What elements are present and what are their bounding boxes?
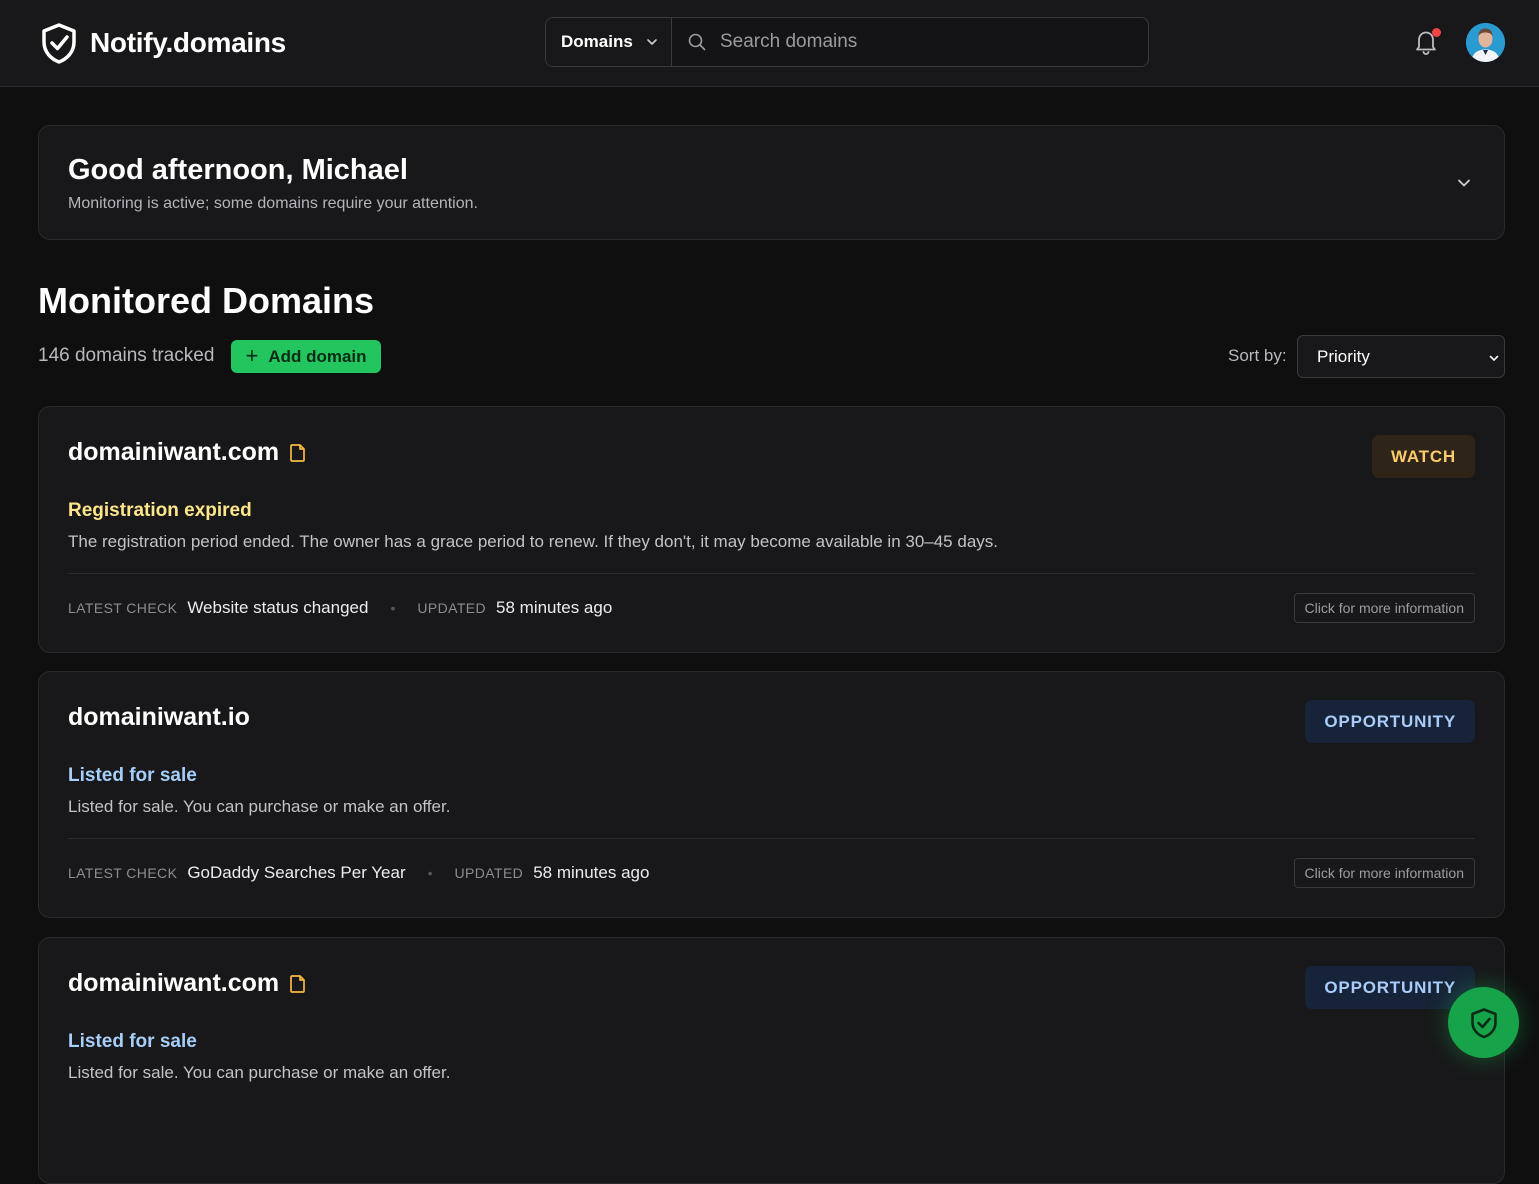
domain-card[interactable]: domainiwant.io OPPORTUNITY Listed for sa… bbox=[38, 671, 1505, 918]
domains-count: 146 domains tracked bbox=[38, 345, 215, 366]
updated-label: UPDATED bbox=[454, 865, 524, 881]
brand-logo[interactable]: Notify.domains bbox=[40, 22, 286, 64]
updated-value: 58 minutes ago bbox=[533, 863, 650, 882]
card-meta: LATEST CHECK GoDaddy Searches Per Year •… bbox=[68, 863, 649, 883]
document-icon bbox=[290, 443, 305, 462]
status-description: Listed for sale. You can purchase or mak… bbox=[68, 797, 451, 816]
more-info-button[interactable]: Click for more information bbox=[1293, 593, 1475, 623]
sort-value: Priority bbox=[1317, 346, 1370, 366]
domain-name[interactable]: domainiwant.com bbox=[68, 438, 307, 467]
plus-icon: + bbox=[245, 342, 259, 368]
search-field bbox=[672, 18, 1148, 66]
shield-check-icon bbox=[42, 23, 76, 64]
greeting-title: Good afternoon, Michael bbox=[68, 154, 408, 186]
brand-name: Notify.domains bbox=[90, 27, 286, 58]
latest-check-value: GoDaddy Searches Per Year bbox=[187, 863, 406, 882]
add-domain-button[interactable]: + Add domain bbox=[231, 340, 381, 373]
divider bbox=[68, 573, 1475, 574]
updated-label: UPDATED bbox=[417, 600, 487, 616]
domain-name-text: domainiwant.com bbox=[68, 969, 280, 997]
status-description: Listed for sale. You can purchase or mak… bbox=[68, 1063, 451, 1082]
status-title: Registration expired bbox=[68, 500, 252, 521]
search-icon bbox=[688, 33, 706, 51]
page-title: Monitored Domains bbox=[38, 280, 375, 321]
domain-name[interactable]: domainiwant.com bbox=[68, 969, 307, 998]
latest-check-label: LATEST CHECK bbox=[68, 600, 178, 616]
search-scope-select[interactable]: Domains bbox=[546, 18, 672, 66]
chevron-down-icon bbox=[1489, 355, 1499, 362]
status-title: Listed for sale bbox=[68, 1031, 197, 1052]
card-meta: LATEST CHECK Website status changed • UP… bbox=[68, 598, 612, 618]
latest-check-value: Website status changed bbox=[187, 598, 369, 617]
separator-dot: • bbox=[427, 865, 433, 881]
status-badge: OPPORTUNITY bbox=[1305, 700, 1475, 743]
status-badge: WATCH bbox=[1371, 435, 1475, 478]
updated-value: 58 minutes ago bbox=[496, 598, 613, 617]
greeting-card[interactable]: Good afternoon, Michael Monitoring is ac… bbox=[38, 125, 1505, 240]
latest-check-label: LATEST CHECK bbox=[68, 865, 178, 881]
status-description: The registration period ended. The owner… bbox=[68, 532, 998, 551]
greeting-subtitle: Monitoring is active; some domains requi… bbox=[68, 195, 478, 212]
user-photo bbox=[1466, 23, 1505, 62]
domain-card[interactable]: domainiwant.com OPPORTUNITY Listed for s… bbox=[38, 937, 1505, 1184]
search-group: Domains bbox=[545, 17, 1149, 67]
domain-card[interactable]: domainiwant.com WATCH Registration expir… bbox=[38, 406, 1505, 653]
avatar[interactable] bbox=[1466, 23, 1505, 62]
domain-name-text: domainiwant.io bbox=[68, 703, 250, 731]
chevron-down-icon bbox=[646, 39, 657, 46]
chevron-down-icon[interactable] bbox=[1456, 175, 1472, 191]
sort-label: Sort by: bbox=[1228, 346, 1287, 365]
divider bbox=[68, 838, 1475, 839]
search-scope-label: Domains bbox=[561, 32, 633, 51]
domain-name-text: domainiwant.com bbox=[68, 438, 280, 466]
shield-check-icon bbox=[1470, 1007, 1497, 1038]
document-icon bbox=[290, 974, 305, 993]
more-info-button[interactable]: Click for more information bbox=[1293, 858, 1475, 888]
status-badge: OPPORTUNITY bbox=[1305, 966, 1475, 1009]
sort-select[interactable]: Priority bbox=[1297, 335, 1505, 378]
notifications-button[interactable] bbox=[1413, 28, 1441, 58]
domain-name[interactable]: domainiwant.io bbox=[68, 703, 250, 732]
top-bar: Notify.domains Domains bbox=[0, 0, 1539, 87]
notification-dot bbox=[1432, 28, 1441, 37]
add-domain-label: Add domain bbox=[268, 346, 367, 366]
separator-dot: • bbox=[390, 600, 396, 616]
search-input[interactable] bbox=[720, 31, 1120, 53]
status-title: Listed for sale bbox=[68, 765, 197, 786]
shield-fab-button[interactable] bbox=[1448, 987, 1519, 1058]
